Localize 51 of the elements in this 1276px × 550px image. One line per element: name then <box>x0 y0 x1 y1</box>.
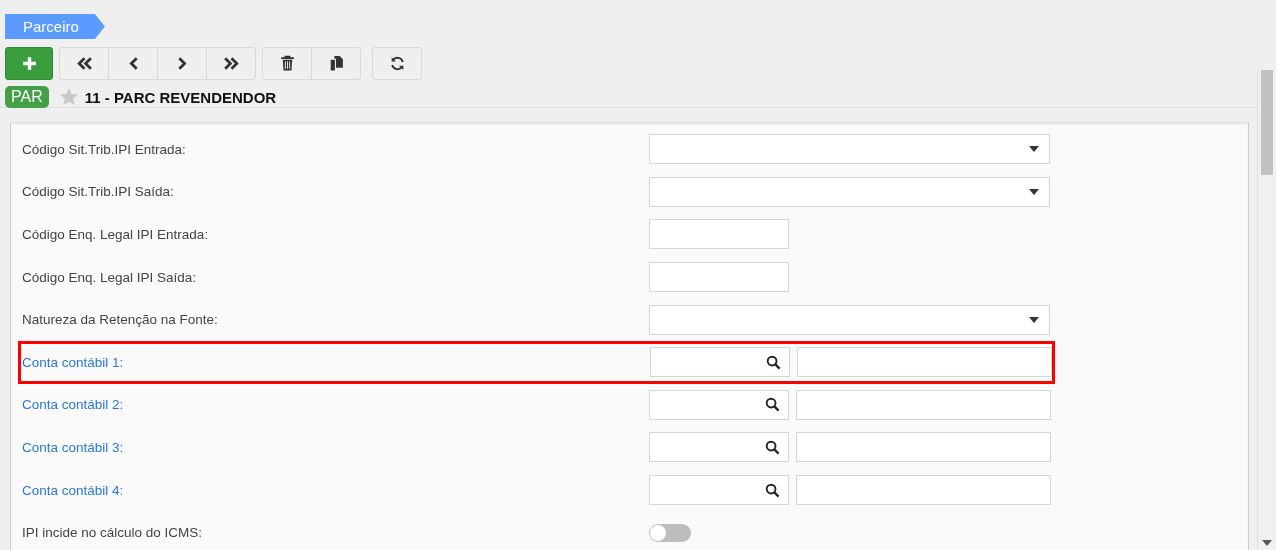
dropdown-field[interactable] <box>649 176 1050 207</box>
record-title: 11 - PARC REVENDENDOR <box>84 88 277 106</box>
input-field[interactable] <box>649 262 789 293</box>
prev-button[interactable] <box>108 47 158 80</box>
scrollbar[interactable] <box>1257 70 1276 550</box>
search-icon[interactable] <box>765 482 780 498</box>
scroll-down-icon[interactable] <box>1262 540 1272 546</box>
delete-button[interactable] <box>262 47 312 80</box>
copy-button[interactable] <box>311 47 361 80</box>
search-icon[interactable] <box>765 439 780 455</box>
caret-icon <box>1029 188 1039 195</box>
search-icon[interactable] <box>766 354 781 370</box>
lookup-field[interactable] <box>649 432 789 463</box>
field-label: Código Enq. Legal IPI Saída: <box>22 269 198 285</box>
field-label: IPI incide no cálculo do ICMS: <box>22 525 204 541</box>
description-field[interactable] <box>796 475 1051 506</box>
first-button[interactable] <box>59 47 109 80</box>
trash-icon <box>278 55 296 72</box>
description-field[interactable] <box>797 347 1052 378</box>
refresh-icon <box>388 55 406 72</box>
breadcrumb-tab[interactable]: Parceiro <box>5 14 105 39</box>
entity-badge: PAR <box>5 86 49 108</box>
description-field[interactable] <box>796 432 1051 463</box>
field-link[interactable]: Conta contábil 2: <box>22 397 649 413</box>
lookup-field[interactable] <box>649 389 789 420</box>
caret-icon <box>1029 316 1039 323</box>
field-label: Código Sit.Trib.IPI Entrada: <box>22 141 187 157</box>
scrollbar-thumb[interactable] <box>1261 70 1273 175</box>
star-icon[interactable] <box>58 87 79 107</box>
dropdown-field[interactable] <box>649 304 1050 335</box>
description-field[interactable] <box>796 389 1051 420</box>
field-link[interactable]: Conta contábil 1: <box>22 354 650 370</box>
search-icon[interactable] <box>765 397 780 413</box>
last-button[interactable] <box>206 47 256 80</box>
lookup-field[interactable] <box>650 347 790 378</box>
field-label: Código Enq. Legal IPI Entrada: <box>22 227 210 242</box>
field-link[interactable]: Conta contábil 4: <box>22 482 649 498</box>
input-field[interactable] <box>649 219 789 250</box>
add-button[interactable] <box>5 47 53 80</box>
plus-icon <box>20 55 38 72</box>
lookup-field[interactable] <box>649 475 789 506</box>
double-chevron-left-icon <box>75 55 93 72</box>
field-label: Natureza da Retenção na Fonte: <box>22 312 219 328</box>
dropdown-field[interactable] <box>649 134 1050 165</box>
caret-icon <box>1029 146 1039 153</box>
field-label: Código Sit.Trib.IPI Saída: <box>22 184 175 200</box>
toggle-switch[interactable] <box>649 523 691 542</box>
field-link[interactable]: Conta contábil 3: <box>22 439 649 455</box>
copy-icon <box>327 55 345 72</box>
double-chevron-right-icon <box>222 55 240 72</box>
refresh-button[interactable] <box>372 47 422 80</box>
